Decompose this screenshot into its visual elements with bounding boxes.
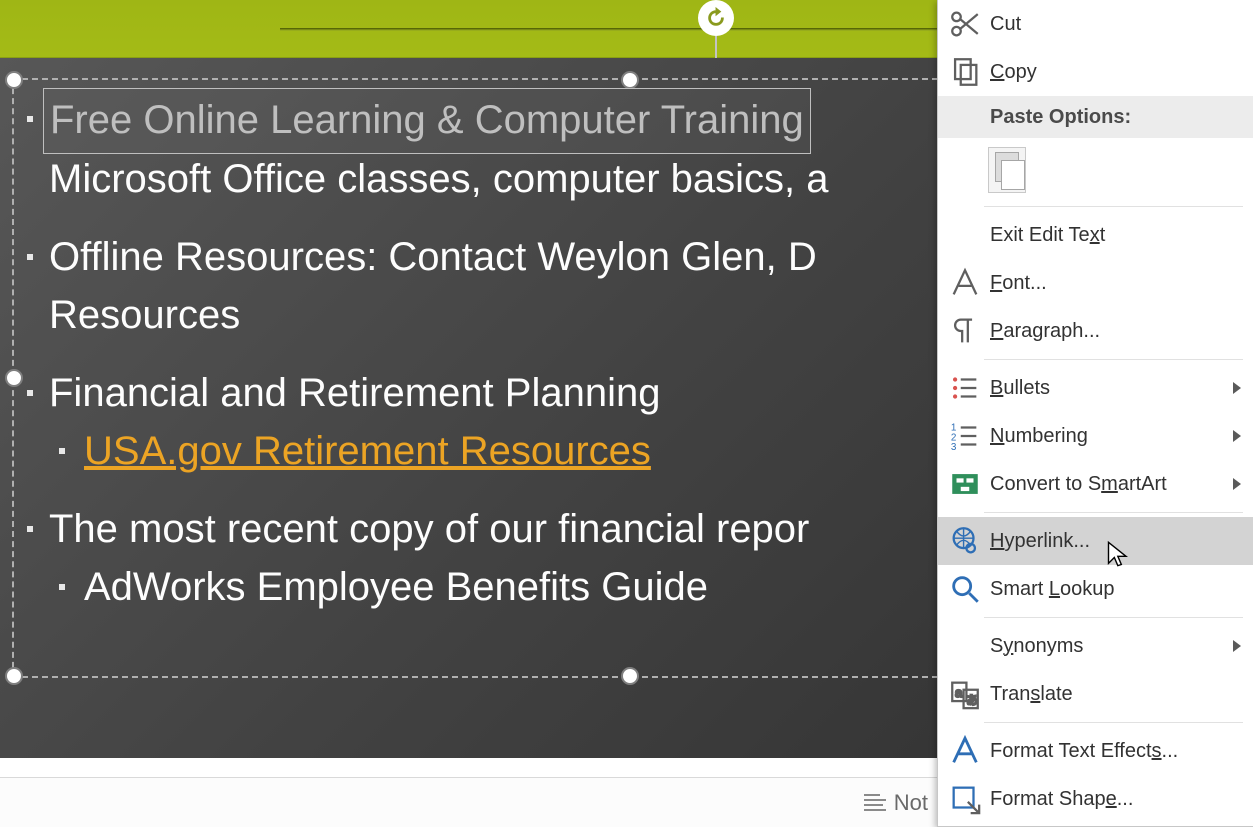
menu-label: Paragraph... bbox=[990, 320, 1241, 343]
paragraph-icon bbox=[948, 314, 982, 348]
menu-smart-lookup[interactable]: Smart Lookup bbox=[938, 565, 1253, 613]
menu-format-shape[interactable]: Format Shape... bbox=[938, 775, 1253, 823]
text-effects-icon bbox=[948, 734, 982, 768]
selected-text[interactable]: Free Online Learning & Computer Training bbox=[43, 88, 811, 154]
resize-handle[interactable] bbox=[5, 369, 23, 387]
font-a-icon bbox=[948, 266, 982, 300]
list-item-line[interactable]: The most recent copy of our financial re… bbox=[49, 507, 809, 551]
menu-hyperlink[interactable]: Hyperlink... bbox=[938, 517, 1253, 565]
menu-exit-edit-text[interactable]: Exit Edit Text bbox=[938, 211, 1253, 259]
paste-options-header: Paste Options: bbox=[938, 96, 1253, 138]
menu-label: Synonyms bbox=[990, 635, 1233, 658]
notes-label: Not bbox=[894, 790, 928, 816]
menu-label: Exit Edit Text bbox=[990, 224, 1241, 247]
menu-cut[interactable]: Cut bbox=[938, 0, 1253, 48]
list-item-line[interactable]: Financial and Retirement Planning bbox=[49, 371, 660, 415]
menu-separator bbox=[984, 359, 1243, 360]
globe-link-icon bbox=[948, 524, 982, 558]
context-menu: Cut Copy Paste Options: Exit Edit Text F… bbox=[937, 0, 1253, 827]
menu-synonyms[interactable]: Synonyms bbox=[938, 622, 1253, 670]
menu-label: Translate bbox=[990, 683, 1241, 706]
resize-handle[interactable] bbox=[5, 71, 23, 89]
chevron-right-icon bbox=[1233, 478, 1241, 490]
menu-translate[interactable]: aあ Translate bbox=[938, 670, 1253, 718]
menu-label: Cut bbox=[990, 13, 1241, 36]
svg-text:3: 3 bbox=[951, 442, 957, 453]
magnifier-icon bbox=[948, 572, 982, 606]
copy-icon bbox=[948, 55, 982, 89]
menu-label: Convert to SmartArt bbox=[990, 473, 1233, 496]
menu-separator bbox=[984, 512, 1243, 513]
format-shape-icon bbox=[948, 782, 982, 816]
chevron-right-icon bbox=[1233, 430, 1241, 442]
hyperlink-text[interactable]: USA.gov Retirement Resources bbox=[84, 429, 651, 473]
menu-label: Numbering bbox=[990, 425, 1233, 448]
resize-handle[interactable] bbox=[621, 71, 639, 89]
list-item-line[interactable]: Offline Resources: Contact Weylon Glen, … bbox=[49, 235, 817, 279]
menu-label: Smart Lookup bbox=[990, 578, 1241, 601]
notes-icon bbox=[864, 794, 886, 811]
svg-text:a: a bbox=[955, 685, 963, 700]
paste-options-row bbox=[938, 138, 1253, 202]
translate-icon: aあ bbox=[948, 677, 982, 711]
bullets-icon bbox=[948, 371, 982, 405]
menu-convert-smartart[interactable]: Convert to SmartArt bbox=[938, 460, 1253, 508]
menu-label: Hyperlink... bbox=[990, 530, 1241, 553]
menu-label: Font... bbox=[990, 272, 1241, 295]
numbering-icon: 123 bbox=[948, 419, 982, 453]
paste-keep-source-button[interactable] bbox=[988, 147, 1026, 193]
menu-label: Bullets bbox=[990, 377, 1233, 400]
menu-numbering[interactable]: 123 Numbering bbox=[938, 412, 1253, 460]
blank-icon bbox=[948, 218, 982, 252]
chevron-right-icon bbox=[1233, 382, 1241, 394]
menu-bullets[interactable]: Bullets bbox=[938, 364, 1253, 412]
menu-separator bbox=[984, 206, 1243, 207]
menu-label: Format Text Effects... bbox=[990, 740, 1241, 763]
menu-label: Copy bbox=[990, 61, 1241, 84]
menu-paragraph[interactable]: Paragraph... bbox=[938, 307, 1253, 355]
scissors-icon bbox=[948, 7, 982, 41]
menu-format-text-effects[interactable]: Format Text Effects... bbox=[938, 727, 1253, 775]
chevron-right-icon bbox=[1233, 640, 1241, 652]
smartart-icon bbox=[948, 467, 982, 501]
svg-text:あ: あ bbox=[966, 694, 977, 707]
menu-font[interactable]: Font... bbox=[938, 259, 1253, 307]
resize-handle[interactable] bbox=[5, 667, 23, 685]
menu-label: Paste Options: bbox=[990, 106, 1131, 129]
menu-separator bbox=[984, 617, 1243, 618]
rotate-handle[interactable] bbox=[698, 0, 734, 36]
blank-icon bbox=[948, 629, 982, 663]
resize-handle[interactable] bbox=[621, 667, 639, 685]
menu-separator bbox=[984, 722, 1243, 723]
menu-label: Format Shape... bbox=[990, 788, 1241, 811]
list-item-line[interactable]: AdWorks Employee Benefits Guide bbox=[84, 565, 708, 609]
menu-copy[interactable]: Copy bbox=[938, 48, 1253, 96]
